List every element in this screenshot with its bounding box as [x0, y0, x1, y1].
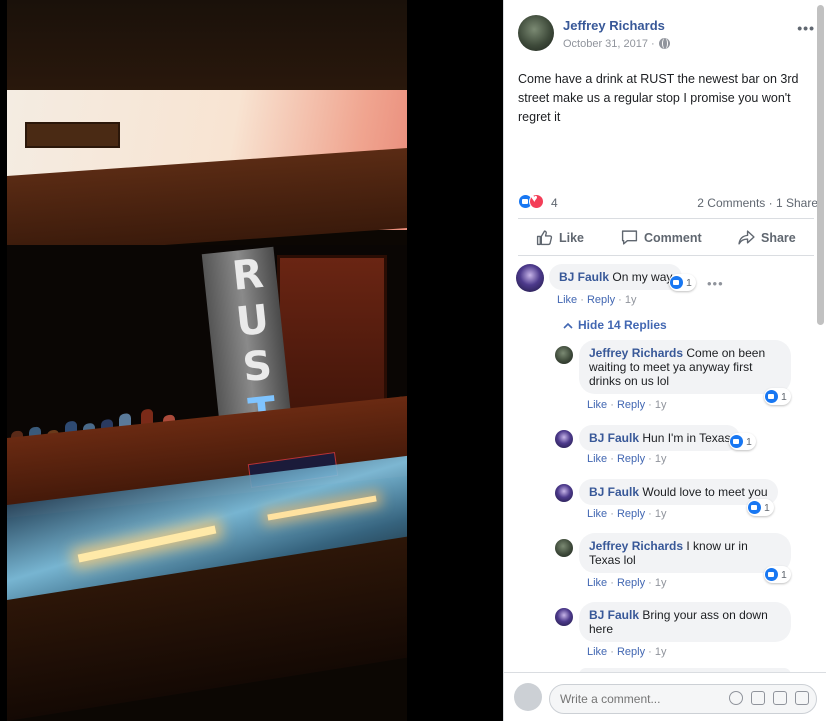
- current-user-avatar: [514, 683, 542, 711]
- comment: BJ Faulk On my way 1 Like · Reply · 1y: [504, 262, 826, 312]
- like-reaction-icon: [748, 501, 761, 514]
- replier-name[interactable]: BJ Faulk: [589, 431, 639, 445]
- author-name[interactable]: Jeffrey Richards: [563, 18, 665, 33]
- reply-like-link[interactable]: Like: [587, 646, 607, 658]
- share-button[interactable]: Share: [738, 229, 796, 246]
- comment-label: Comment: [644, 230, 702, 245]
- like-button[interactable]: Like: [536, 229, 584, 246]
- comment-reaction-badge[interactable]: 1: [669, 274, 696, 291]
- reply-reply-link[interactable]: Reply: [617, 577, 645, 589]
- like-reaction-icon: [670, 276, 683, 289]
- reply-like-link[interactable]: Like: [587, 508, 607, 520]
- photo-viewer: R U S T: [0, 0, 503, 721]
- photo-wall-plaque: [25, 122, 120, 148]
- comment-composer: [504, 672, 826, 721]
- reply-text: Hun I'm in Texas: [642, 431, 731, 445]
- like-reaction-icon: [765, 390, 778, 403]
- reply-like-link[interactable]: Like: [587, 453, 607, 465]
- comment-age[interactable]: 1y: [625, 294, 637, 306]
- replier-avatar[interactable]: [555, 608, 573, 626]
- reply-meta: Like · Reply · 1y: [587, 399, 667, 411]
- reply-like-link[interactable]: Like: [587, 399, 607, 411]
- share-arrow-icon: [738, 230, 755, 245]
- globe-icon: [659, 38, 670, 49]
- reply-reply-link[interactable]: Reply: [617, 508, 645, 520]
- scrollbar[interactable]: [817, 5, 824, 325]
- commenter-avatar[interactable]: [516, 264, 544, 292]
- thumbs-up-icon: [536, 230, 553, 246]
- emoji-icon[interactable]: [729, 691, 743, 705]
- reply: Jeffrey Richards Come on been waiting to…: [504, 340, 826, 415]
- comments-shares-count[interactable]: 2 Comments · 1 Share: [697, 196, 818, 210]
- reply: BJ Faulk Bring your ass on down here Lik…: [504, 602, 826, 664]
- author-avatar[interactable]: [518, 15, 554, 51]
- composer-tools: [729, 691, 809, 705]
- reply: BJ Faulk Would love to meet you 1 Like ·…: [504, 479, 826, 524]
- reply-reaction-badge[interactable]: 1: [729, 433, 756, 450]
- reactions-summary: 4 2 Comments · 1 Share: [518, 193, 818, 212]
- comment-meta: Like · Reply · 1y: [557, 294, 637, 306]
- reply-reaction-badge[interactable]: 1: [747, 499, 774, 516]
- share-label: Share: [761, 230, 796, 245]
- reply-text: Would love to meet you: [642, 485, 768, 499]
- reply-age[interactable]: 1y: [655, 577, 667, 589]
- reply-age[interactable]: 1y: [655, 646, 667, 658]
- like-label: Like: [559, 230, 585, 245]
- gif-icon[interactable]: [773, 691, 787, 705]
- like-reaction-icon: [730, 435, 743, 448]
- reaction-count[interactable]: 4: [551, 196, 558, 210]
- reply-reply-link[interactable]: Reply: [617, 453, 645, 465]
- comment-bubble: BJ Faulk On my way: [549, 264, 683, 290]
- replier-avatar[interactable]: [555, 484, 573, 502]
- love-reaction-icon[interactable]: [529, 193, 544, 209]
- reply-reply-link[interactable]: Reply: [617, 399, 645, 411]
- like-reaction-icon: [765, 568, 778, 581]
- reply-reaction-badge[interactable]: 1: [764, 566, 791, 583]
- camera-icon[interactable]: [751, 691, 765, 705]
- reply-bubble: BJ Faulk Hun I'm in Texas: [579, 425, 741, 451]
- replier-name[interactable]: Jeffrey Richards: [589, 539, 683, 553]
- more-options-icon[interactable]: •••: [797, 20, 815, 36]
- post-header: Jeffrey Richards October 31, 2017 · •••: [518, 15, 818, 55]
- comment-like-link[interactable]: Like: [557, 294, 577, 306]
- comment-reply-link[interactable]: Reply: [587, 294, 615, 306]
- reply-meta: Like · Reply · 1y: [587, 646, 667, 658]
- comment-text: On my way: [612, 270, 673, 284]
- replier-avatar[interactable]: [555, 539, 573, 557]
- commenter-name[interactable]: BJ Faulk: [559, 270, 609, 284]
- reply: BJ Faulk Hun I'm in Texas 1 Like · Reply…: [504, 425, 826, 470]
- reply-meta: Like · Reply · 1y: [587, 453, 667, 465]
- comment-more-icon[interactable]: •••: [707, 276, 724, 291]
- replier-avatar[interactable]: [555, 346, 573, 364]
- post-photo[interactable]: R U S T: [7, 0, 407, 721]
- reply-bubble: Jeffrey Richards I know ur in Texas lol: [579, 533, 791, 573]
- reply-age[interactable]: 1y: [655, 399, 667, 411]
- reply-age[interactable]: 1y: [655, 508, 667, 520]
- post-date[interactable]: October 31, 2017 ·: [563, 38, 655, 50]
- post-actions: Like Comment Share: [518, 218, 814, 256]
- replier-name[interactable]: BJ Faulk: [589, 485, 639, 499]
- reply: Jeffrey Richards I know ur in Texas lol …: [504, 533, 826, 593]
- reply-reaction-badge[interactable]: 1: [764, 388, 791, 405]
- comment-icon: [621, 230, 638, 245]
- reply-bubble: BJ Faulk Bring your ass on down here: [579, 602, 791, 642]
- replier-avatar[interactable]: [555, 430, 573, 448]
- comment-button[interactable]: Comment: [621, 229, 702, 246]
- reply-meta: Like · Reply · 1y: [587, 508, 667, 520]
- reply-reply-link[interactable]: Reply: [617, 646, 645, 658]
- reply-bubble: BJ Faulk Would love to meet you: [579, 479, 778, 505]
- post-panel: Jeffrey Richards October 31, 2017 · ••• …: [503, 0, 826, 721]
- reply-meta: Like · Reply · 1y: [587, 577, 667, 589]
- replier-name[interactable]: Jeffrey Richards: [589, 346, 683, 360]
- reply-like-link[interactable]: Like: [587, 577, 607, 589]
- hide-replies-link[interactable]: Hide 14 Replies: [563, 318, 667, 332]
- reply-bubble: Jeffrey Richards Come on been waiting to…: [579, 340, 791, 394]
- photo-ceiling: [7, 0, 407, 95]
- sticker-icon[interactable]: [795, 691, 809, 705]
- post-text: Come have a drink at RUST the newest bar…: [518, 72, 799, 124]
- replier-name[interactable]: BJ Faulk: [589, 608, 639, 622]
- reply-age[interactable]: 1y: [655, 453, 667, 465]
- chevron-up-icon: [563, 322, 573, 329]
